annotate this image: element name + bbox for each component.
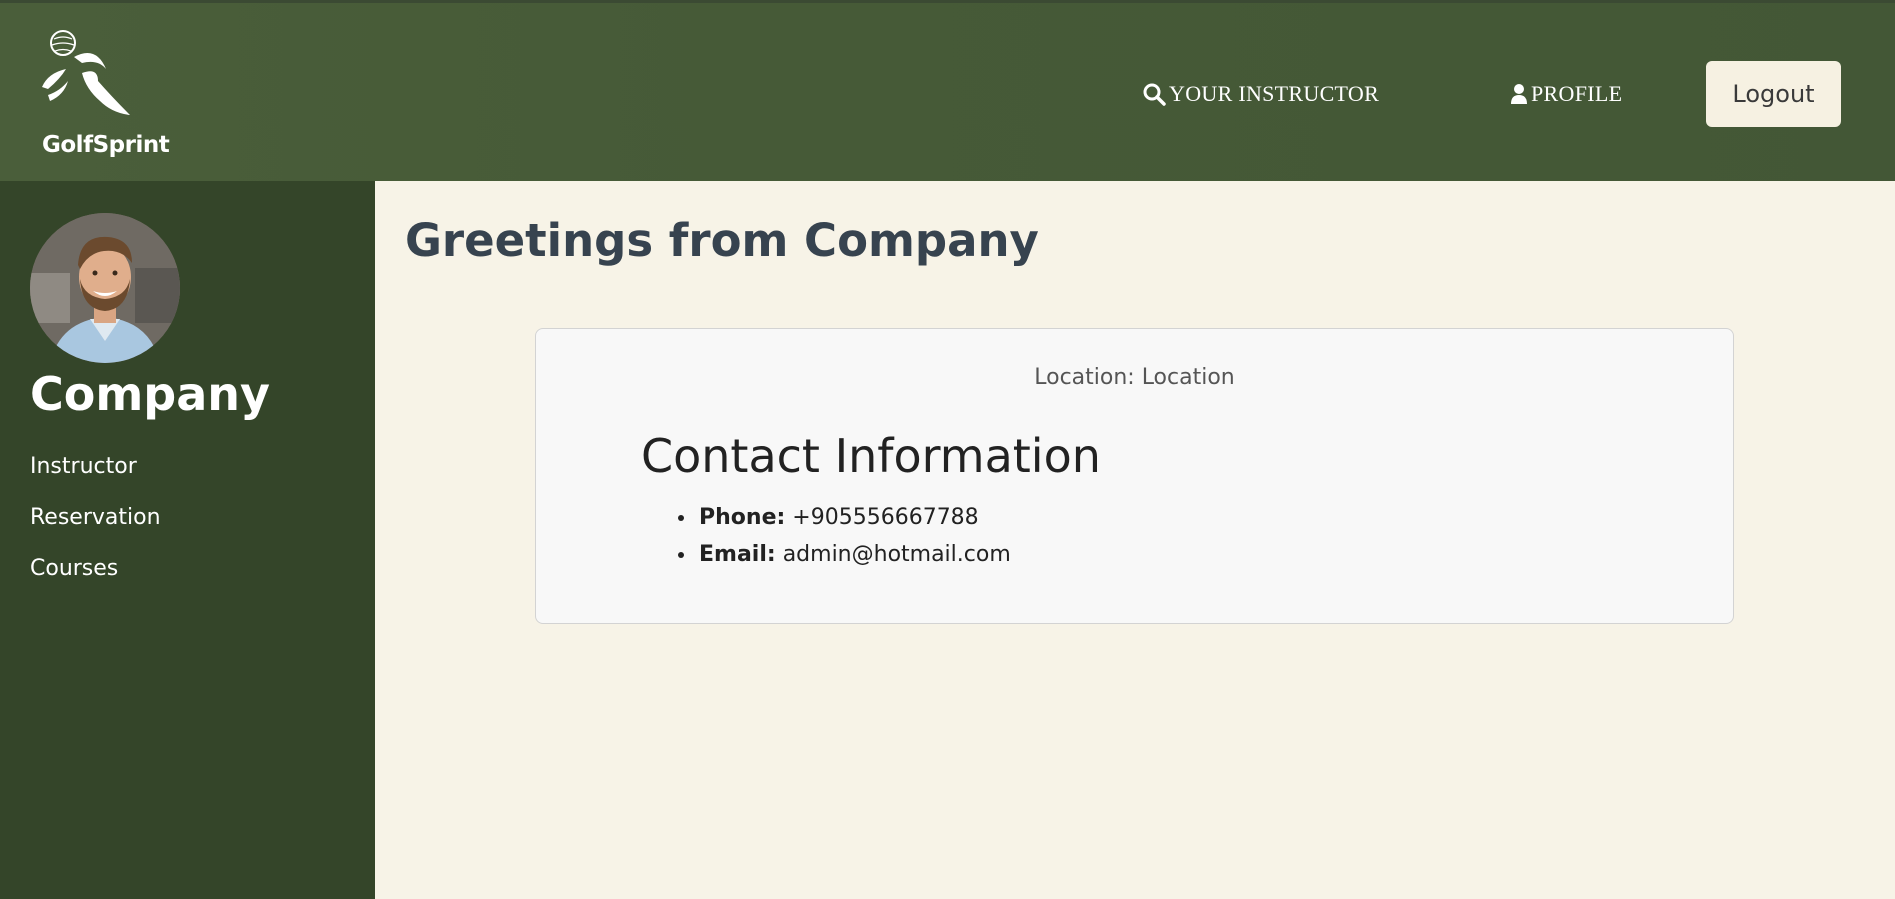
sidebar: Company Instructor Reservation Courses [0,181,375,899]
contact-email: Email: admin@hotmail.com [697,536,1011,573]
email-label: Email: [699,542,776,567]
company-name: Company [30,367,270,421]
nav-your-instructor-label: YOUR INSTRUCTOR [1169,81,1380,106]
user-icon [1511,84,1527,104]
phone-value: +905556667788 [792,505,979,530]
phone-label: Phone: [699,505,786,530]
location-text: Location: Location [1034,365,1235,390]
brand-logo[interactable]: GolfSprint [38,29,170,169]
brand-name: GolfSprint [42,132,170,158]
search-icon [1143,83,1166,106]
profile-photo [30,213,180,363]
contact-phone: Phone: +905556667788 [697,499,1011,536]
sidebar-item-instructor[interactable]: Instructor [30,454,137,479]
sidebar-item-reservation[interactable]: Reservation [30,505,161,530]
nav-your-instructor[interactable]: YOUR INSTRUCTOR [1142,81,1379,107]
contact-heading: Contact Information [641,429,1101,483]
sidebar-item-courses[interactable]: Courses [30,556,118,581]
top-navbar: GolfSprint YOUR INSTRUCTOR PROFILE Logou… [0,0,1895,181]
nav-profile[interactable]: PROFILE [1510,81,1622,107]
page-title: Greetings from Company [405,214,1039,267]
logout-button[interactable]: Logout [1706,61,1841,127]
nav-profile-label: PROFILE [1531,81,1623,106]
golfer-logo-icon [42,30,130,115]
contact-list: Phone: +905556667788 Email: admin@hotmai… [641,499,1011,573]
email-value: admin@hotmail.com [782,542,1011,567]
company-info-card: Location: Location Contact Information P… [535,328,1734,624]
avatar [30,213,180,363]
